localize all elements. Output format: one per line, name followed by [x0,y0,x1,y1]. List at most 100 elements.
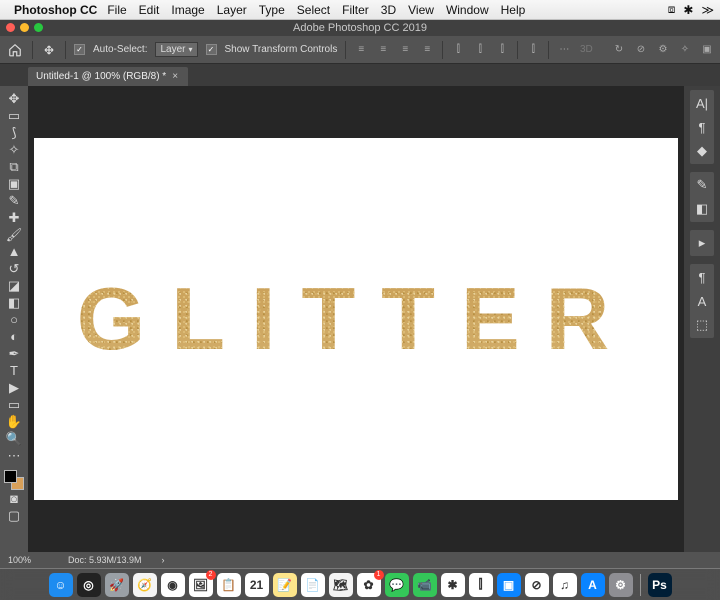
zoom-tool[interactable]: 🔍 [2,430,26,447]
app-name[interactable]: Photoshop CC [14,3,97,17]
dock-safari[interactable]: 🧭 [133,573,157,597]
character-styles-panel[interactable]: A [692,292,712,310]
menu-3d[interactable]: 3D [381,3,396,17]
transform-refresh-icon[interactable]: ↻ [612,43,626,57]
dock-numbers[interactable]: ⫿ [469,573,493,597]
transform-gear-icon[interactable]: ⚙ [656,43,670,57]
maximize-window-button[interactable] [34,23,43,32]
type-tool[interactable]: T [2,362,26,379]
transform-camera-icon[interactable]: ▣ [700,43,714,57]
glyphs-panel[interactable]: ◆ [692,142,712,160]
frame-tool[interactable]: ▣ [2,175,26,192]
close-window-button[interactable] [6,23,15,32]
dock-keynote[interactable]: ▣ [497,573,521,597]
3d-panel[interactable]: ⬚ [692,316,712,334]
dock-photos[interactable]: ✿1 [357,573,381,597]
transform-cancel-icon[interactable]: ⊘ [634,43,648,57]
dock-maps[interactable]: 🗺 [329,573,353,597]
document-tab[interactable]: Untitled-1 @ 100% (RGB/8) * × [28,67,188,86]
eraser-tool[interactable]: ◪ [2,277,26,294]
dock-settings[interactable]: ⚙ [609,573,633,597]
distribute-h-icon[interactable]: ⫿ [526,43,540,57]
menu-select[interactable]: Select [297,3,330,17]
menu-image[interactable]: Image [171,3,204,17]
slack-icon[interactable]: ✱ [683,3,693,17]
dock-messages[interactable]: 💬 [385,573,409,597]
align-right-icon[interactable]: ≡ [398,43,412,57]
swatches-panel[interactable]: ◧ [692,200,712,218]
doc-size-label[interactable]: Doc: 5.93M/13.9M [68,555,142,565]
dock-finder[interactable]: ☺ [49,573,73,597]
brush-tool[interactable]: 🖌 [2,226,26,243]
fg-color-swatch[interactable] [4,470,17,483]
move-tool[interactable]: ✥ [2,90,26,107]
distribute-bottom-icon[interactable]: ⫿ [495,43,509,57]
paragraph-panel[interactable]: ¶ [692,118,712,136]
path-select-tool[interactable]: ▶ [2,379,26,396]
menu-window[interactable]: Window [446,3,489,17]
blur-tool[interactable]: ○ [2,311,26,328]
crop-tool[interactable]: ⧉ [2,158,26,175]
dock-chrome[interactable]: ◉ [161,573,185,597]
minimize-window-button[interactable] [20,23,29,32]
shape-tool[interactable]: ▭ [2,396,26,413]
menu-help[interactable]: Help [501,3,526,17]
align-top-icon[interactable]: ≡ [420,43,434,57]
paragraph-styles-panel[interactable]: ¶ [692,268,712,286]
character-panel[interactable]: A| [692,94,712,112]
dock-launchpad[interactable]: 🚀 [105,573,129,597]
menu-view[interactable]: View [408,3,434,17]
screen-mode-toggle[interactable]: ▢ [2,507,26,524]
history-brush-tool[interactable]: ↺ [2,260,26,277]
align-left-icon[interactable]: ≡ [354,43,368,57]
pen-tool[interactable]: ✒ [2,345,26,362]
zoom-value[interactable]: 100% [8,555,48,565]
show-transform-checkbox[interactable]: ✓ [206,44,217,55]
chevrons-icon[interactable]: ≫ [701,3,714,17]
dock-calendar[interactable]: 21 [245,573,269,597]
3d-mode-icon[interactable]: 3D [579,43,593,57]
magic-wand-tool[interactable]: ✧ [2,141,26,158]
auto-select-target-dropdown[interactable]: Layer ▾ [155,42,197,57]
menu-edit[interactable]: Edit [139,3,160,17]
dock-photoshop[interactable]: Ps [648,573,672,597]
hand-tool[interactable]: ✋ [2,413,26,430]
dodge-tool[interactable]: ◐ [2,328,26,345]
dock-siri[interactable]: ◎ [77,573,101,597]
gradient-tool[interactable]: ◧ [2,294,26,311]
distribute-vcenter-icon[interactable]: ⫿ [473,43,487,57]
close-tab-icon[interactable]: × [172,71,178,82]
dock-facetime[interactable]: 📹 [413,573,437,597]
menu-filter[interactable]: Filter [342,3,369,17]
eyedropper-tool[interactable]: ✎ [2,192,26,209]
auto-select-checkbox[interactable]: ✓ [74,44,85,55]
status-chevron-icon[interactable]: › [162,555,165,565]
dock-notes[interactable]: 📝 [273,573,297,597]
more-align-icon[interactable]: ⋯ [557,43,571,57]
spot-heal-tool[interactable]: ✚ [2,209,26,226]
dock-preview[interactable]: 🖼2 [189,573,213,597]
dock-reminders[interactable]: 📋 [217,573,241,597]
menu-type[interactable]: Type [259,3,285,17]
dock-appstore[interactable]: A [581,573,605,597]
dock-pages[interactable]: 📄 [301,573,325,597]
quick-mask-toggle[interactable]: ◙ [2,490,26,507]
fg-bg-color-swatch[interactable] [4,470,24,490]
menu-layer[interactable]: Layer [217,3,247,17]
clone-stamp-tool[interactable]: ▲ [2,243,26,260]
align-center-h-icon[interactable]: ≡ [376,43,390,57]
dock-itunes[interactable]: ♫ [553,573,577,597]
brush-settings-panel[interactable]: ✎ [692,176,712,194]
home-icon[interactable] [6,41,24,59]
distribute-top-icon[interactable]: ⫿ [451,43,465,57]
document-canvas[interactable]: GLITTER [34,138,678,500]
menu-file[interactable]: File [107,3,126,17]
dock-slack[interactable]: ✱ [441,573,465,597]
actions-panel[interactable]: ▸ [692,234,712,252]
dock-noentry[interactable]: ⊘ [525,573,549,597]
more-tools[interactable]: ⋯ [2,447,26,464]
marquee-tool[interactable]: ▭ [2,107,26,124]
transform-target-icon[interactable]: ✧ [678,43,692,57]
lasso-tool[interactable]: ⟆ [2,124,26,141]
dropbox-icon[interactable]: ⧈ [668,2,676,17]
